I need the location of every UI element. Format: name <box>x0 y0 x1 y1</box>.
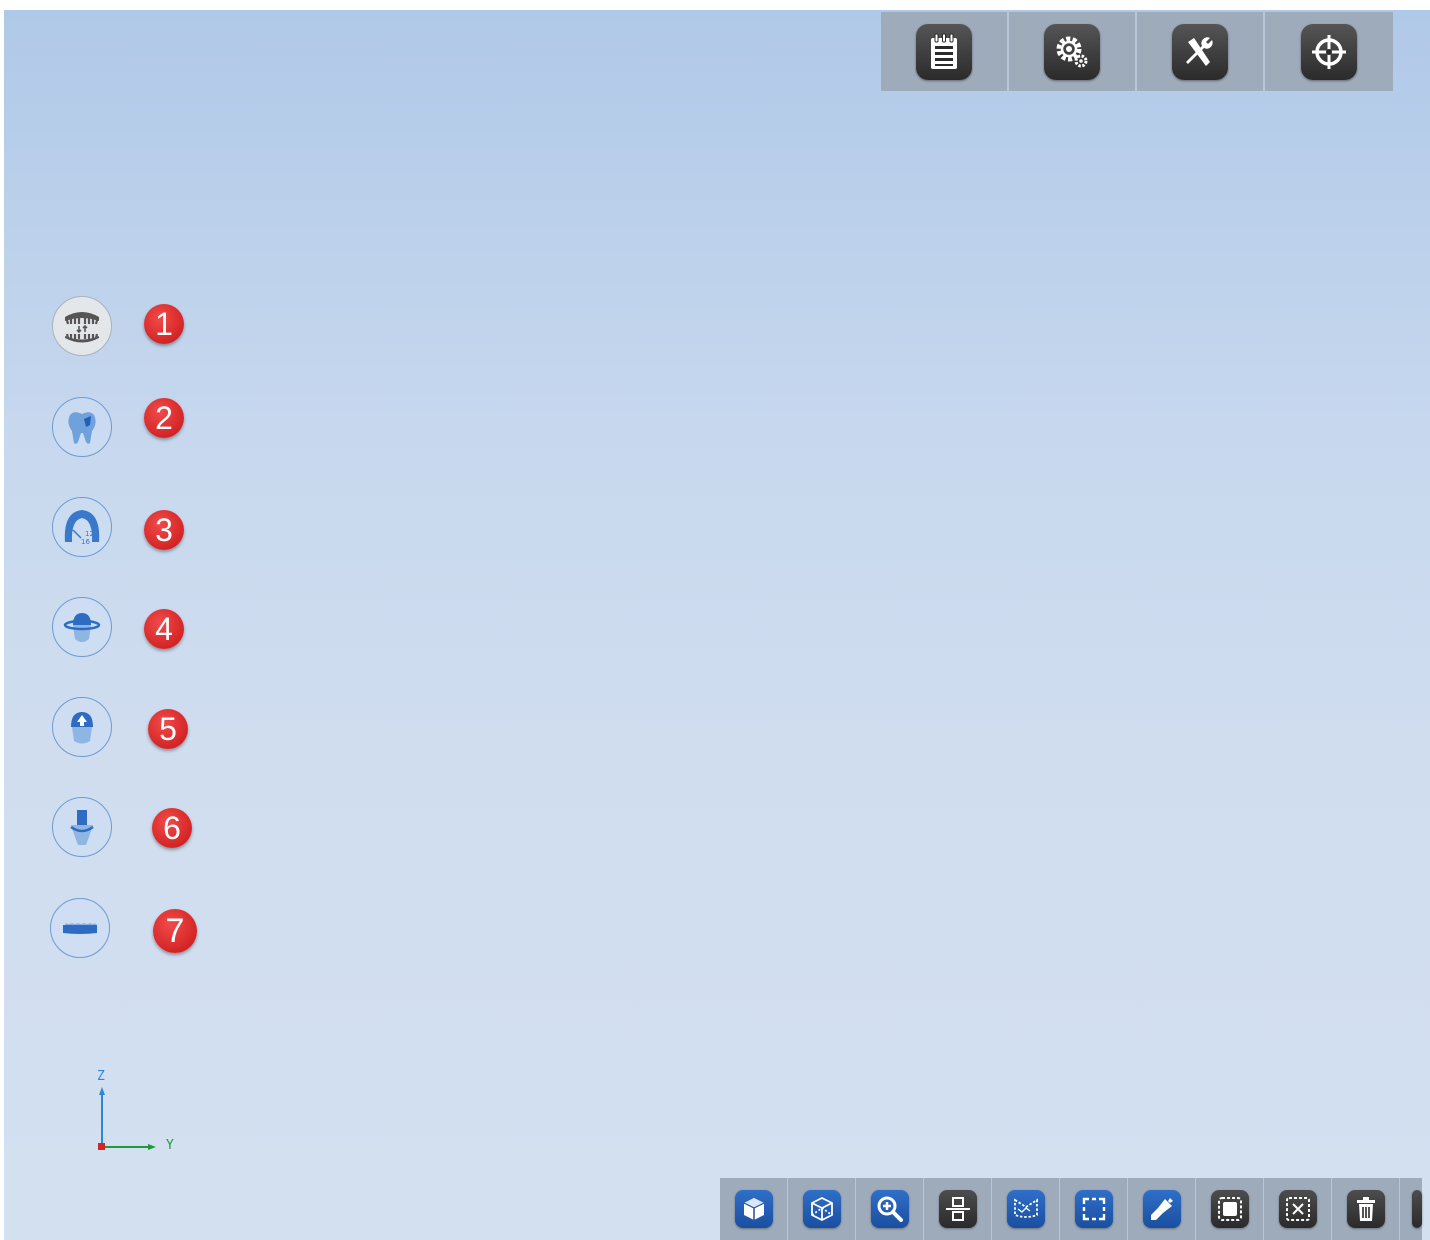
top-toolbar <box>881 12 1393 91</box>
tools-icon <box>1172 23 1228 80</box>
3d-viewport[interactable]: 1 2 12 16 3 4 5 6 7 Z Y <box>4 10 1430 1240</box>
settings-button[interactable] <box>1009 12 1137 91</box>
dental-arch-icon: 12 16 <box>64 510 100 546</box>
settings-gears-icon <box>1044 23 1100 80</box>
notepad-icon <box>916 23 972 80</box>
more-button[interactable] <box>1400 1178 1422 1240</box>
lasso-select-icon <box>1006 1190 1045 1228</box>
delete-button[interactable] <box>1332 1178 1400 1240</box>
zoom-button[interactable] <box>856 1178 924 1240</box>
notepad-button[interactable] <box>881 12 1009 91</box>
delete-icon <box>1346 1190 1385 1228</box>
zoom-icon <box>870 1190 909 1228</box>
crosshair-icon <box>1301 23 1357 80</box>
margin-line-icon <box>63 613 101 642</box>
brush-select-button[interactable] <box>1128 1178 1196 1240</box>
step-4-margin-button[interactable] <box>52 597 112 657</box>
brush-select-icon <box>1142 1190 1181 1228</box>
step-badge: 5 <box>148 709 188 749</box>
solid-view-icon <box>734 1190 773 1228</box>
svg-text:12: 12 <box>85 530 94 538</box>
step-6-abutment-button[interactable] <box>52 797 112 857</box>
more-icon <box>1412 1190 1422 1228</box>
step-badge: 2 <box>144 398 184 438</box>
step-badge: 7 <box>153 909 197 953</box>
axis-gizmo <box>98 1087 156 1150</box>
select-all-icon <box>1210 1190 1249 1228</box>
step-badge: 4 <box>144 609 184 649</box>
align-split-icon <box>938 1190 977 1228</box>
step-2-tooth-button[interactable] <box>52 397 112 457</box>
step-badge: 1 <box>144 304 184 344</box>
rect-select-icon <box>1074 1190 1113 1228</box>
deselect-button[interactable] <box>1264 1178 1332 1240</box>
y-axis-label: Y <box>166 1138 174 1153</box>
step-badge: 3 <box>144 510 184 550</box>
tooth-marker-icon <box>68 412 96 444</box>
align-split-button[interactable] <box>924 1178 992 1240</box>
wireframe-view-icon <box>802 1190 841 1228</box>
step-1-bite-button[interactable] <box>52 296 112 356</box>
select-all-button[interactable] <box>1196 1178 1264 1240</box>
step-3-arch-button[interactable]: 12 16 <box>52 497 112 557</box>
lasso-select-button[interactable] <box>992 1178 1060 1240</box>
bite-jaws-icon <box>65 312 99 343</box>
insertion-direction-icon <box>71 712 93 744</box>
z-axis-label: Z <box>97 1069 105 1084</box>
step-5-insertion-button[interactable] <box>52 697 112 757</box>
deselect-icon <box>1278 1190 1317 1228</box>
tools-button[interactable] <box>1137 12 1265 91</box>
wireframe-view-button[interactable] <box>788 1178 856 1240</box>
step-badge: 6 <box>152 808 192 848</box>
svg-text:16: 16 <box>81 538 90 546</box>
bottom-toolbar <box>720 1178 1422 1240</box>
crosshair-button[interactable] <box>1265 12 1393 91</box>
abutment-icon <box>70 810 94 845</box>
step-7-base-button[interactable] <box>50 898 110 958</box>
solid-view-button[interactable] <box>720 1178 788 1240</box>
rect-select-button[interactable] <box>1060 1178 1128 1240</box>
flat-base-icon <box>63 923 97 934</box>
